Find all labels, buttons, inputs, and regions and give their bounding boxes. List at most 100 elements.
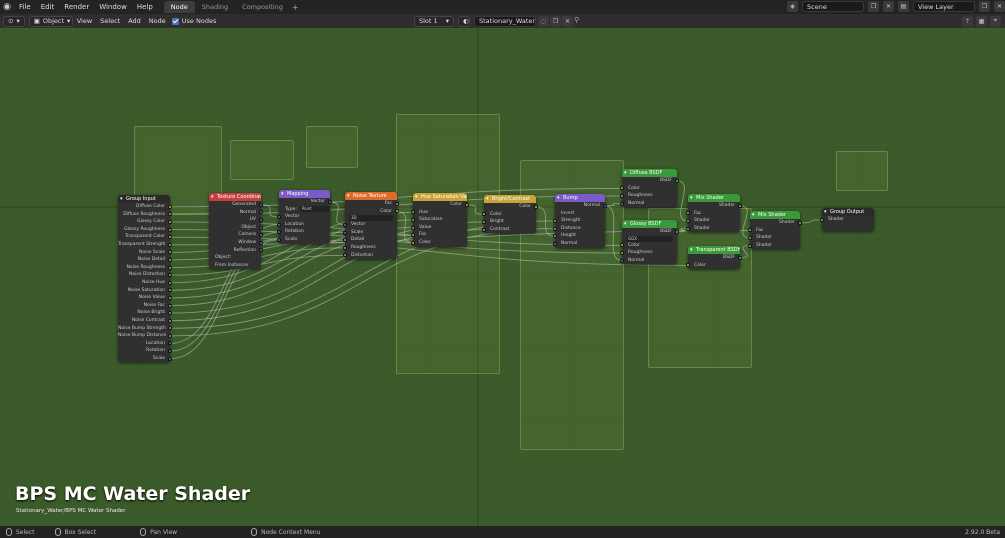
- input-socket[interactable]: [277, 222, 281, 227]
- input-socket[interactable]: [343, 230, 347, 235]
- input-socket[interactable]: [686, 211, 690, 216]
- use-nodes-checkbox[interactable]: [171, 17, 179, 25]
- output-socket[interactable]: [798, 220, 802, 225]
- mix-shader-node-2[interactable]: Mix Shader Shader FacShaderShader: [748, 211, 802, 250]
- input-socket[interactable]: [686, 226, 690, 231]
- unlink-material-icon[interactable]: ✕: [562, 15, 573, 27]
- input-socket[interactable]: [686, 263, 690, 268]
- glossy-bsdf-node[interactable]: Glossy BSDF BSDF GGX ColorRoughnessNorma…: [620, 220, 679, 265]
- menu-add[interactable]: Add: [124, 17, 145, 25]
- material-browse-icon[interactable]: ◐: [458, 15, 470, 27]
- delete-view-layer-icon[interactable]: ✕: [994, 1, 1005, 12]
- group-output-node[interactable]: Group Output Shader: [820, 208, 874, 232]
- input-socket[interactable]: [343, 222, 347, 227]
- output-socket[interactable]: [168, 303, 172, 308]
- input-socket[interactable]: [553, 241, 557, 246]
- output-socket[interactable]: [168, 219, 172, 224]
- output-socket[interactable]: [168, 318, 172, 323]
- bump-node[interactable]: Bump Normal Invert StrengthDistance Heigh…: [553, 194, 607, 248]
- input-socket[interactable]: [411, 240, 415, 245]
- new-scene-icon[interactable]: ❐: [868, 1, 879, 12]
- scene-icon[interactable]: ◈: [787, 1, 798, 12]
- input-socket[interactable]: [482, 219, 486, 224]
- output-socket[interactable]: [168, 295, 172, 300]
- input-socket[interactable]: [482, 212, 486, 217]
- material-name-field[interactable]: Stationary_Water: [474, 15, 536, 27]
- bump-invert-row[interactable]: Invert: [555, 210, 605, 218]
- new-material-icon[interactable]: ❐: [550, 15, 561, 27]
- output-socket[interactable]: [168, 204, 172, 209]
- mapping-type-dropdown[interactable]: Point: [299, 205, 330, 212]
- input-socket[interactable]: [482, 227, 486, 232]
- input-socket[interactable]: [553, 234, 557, 239]
- output-socket[interactable]: [259, 217, 263, 222]
- use-nodes-toggle[interactable]: Use Nodes: [171, 17, 216, 25]
- output-socket[interactable]: [603, 203, 607, 208]
- menu-view[interactable]: View: [73, 17, 96, 25]
- bright-contrast-node[interactable]: Bright/Contrast Color Color BrightContras…: [482, 195, 538, 234]
- output-socket[interactable]: [738, 255, 742, 260]
- mapping-node[interactable]: Mapping Vector Type:Point VectorLocation…: [277, 190, 332, 244]
- input-socket[interactable]: [620, 250, 624, 255]
- input-socket[interactable]: [343, 238, 347, 243]
- output-socket[interactable]: [168, 333, 172, 338]
- tab-node[interactable]: Node: [163, 1, 195, 13]
- output-socket[interactable]: [395, 201, 399, 206]
- input-socket[interactable]: [620, 243, 624, 248]
- texture-coordinate-node[interactable]: Texture Coordinate GeneratedNormalUVObje…: [209, 193, 263, 270]
- transparent-bsdf-node[interactable]: Transparent BSDF BSDF Color: [686, 246, 742, 270]
- output-socket[interactable]: [534, 204, 538, 209]
- object-mode-dropdown[interactable]: ▣ Object ▾: [28, 15, 73, 27]
- view-layer-field[interactable]: View Layer: [913, 1, 975, 12]
- input-socket[interactable]: [411, 225, 415, 230]
- output-socket[interactable]: [168, 265, 172, 270]
- parent-node-tree-icon[interactable]: ⇡: [962, 15, 973, 27]
- input-socket[interactable]: [277, 237, 281, 242]
- input-socket[interactable]: [748, 235, 752, 240]
- input-socket[interactable]: [620, 186, 624, 191]
- input-socket[interactable]: [553, 226, 557, 231]
- hsv-node[interactable]: Hue Saturation Value Color Hue Saturation…: [411, 193, 469, 247]
- delete-scene-icon[interactable]: ✕: [883, 1, 894, 12]
- tab-shading[interactable]: Shading: [195, 1, 235, 13]
- fake-user-icon[interactable]: ◌: [538, 15, 549, 27]
- input-socket[interactable]: [620, 258, 624, 263]
- pin-icon[interactable]: ⚲: [574, 16, 579, 24]
- output-socket[interactable]: [168, 257, 172, 262]
- from-instancer-row[interactable]: From Instancer: [209, 262, 261, 270]
- menu-node[interactable]: Node: [145, 17, 170, 25]
- output-socket[interactable]: [328, 199, 332, 204]
- snap-icon[interactable]: ⌖: [990, 15, 1001, 27]
- menu-help[interactable]: Help: [132, 3, 158, 11]
- output-socket[interactable]: [168, 242, 172, 247]
- output-socket[interactable]: [168, 227, 172, 232]
- scene-field[interactable]: Scene: [802, 1, 864, 12]
- menu-select[interactable]: Select: [96, 17, 124, 25]
- mix-shader-node-1[interactable]: Mix Shader Shader FacShaderShader: [686, 194, 742, 233]
- input-socket[interactable]: [277, 230, 281, 235]
- output-socket[interactable]: [738, 203, 742, 208]
- output-socket[interactable]: [465, 202, 469, 207]
- output-socket[interactable]: [259, 202, 263, 207]
- input-socket[interactable]: [553, 218, 557, 223]
- blender-logo-icon[interactable]: ◉: [0, 0, 14, 14]
- input-socket[interactable]: [686, 218, 690, 223]
- input-socket[interactable]: [748, 243, 752, 248]
- input-socket[interactable]: [277, 214, 281, 219]
- output-socket[interactable]: [168, 356, 172, 361]
- menu-window[interactable]: Window: [94, 3, 132, 11]
- menu-file[interactable]: File: [14, 3, 36, 11]
- output-socket[interactable]: [675, 178, 679, 183]
- editor-type-dropdown[interactable]: ⊙ ▾: [3, 15, 25, 27]
- view-layer-icon[interactable]: ▤: [898, 1, 909, 12]
- input-socket[interactable]: [620, 201, 624, 206]
- input-socket[interactable]: [620, 193, 624, 198]
- node-canvas[interactable]: Group Input Diffuse Color Diffuse Roughne…: [0, 28, 1005, 526]
- add-workspace-icon[interactable]: +: [292, 3, 299, 12]
- output-socket[interactable]: [259, 225, 263, 230]
- noise-texture-node[interactable]: Noise Texture FacColor 3D VectorScaleDet…: [343, 192, 399, 260]
- input-socket[interactable]: [343, 253, 347, 258]
- input-socket[interactable]: [820, 217, 824, 222]
- output-socket[interactable]: [168, 280, 172, 285]
- input-socket[interactable]: [411, 217, 415, 222]
